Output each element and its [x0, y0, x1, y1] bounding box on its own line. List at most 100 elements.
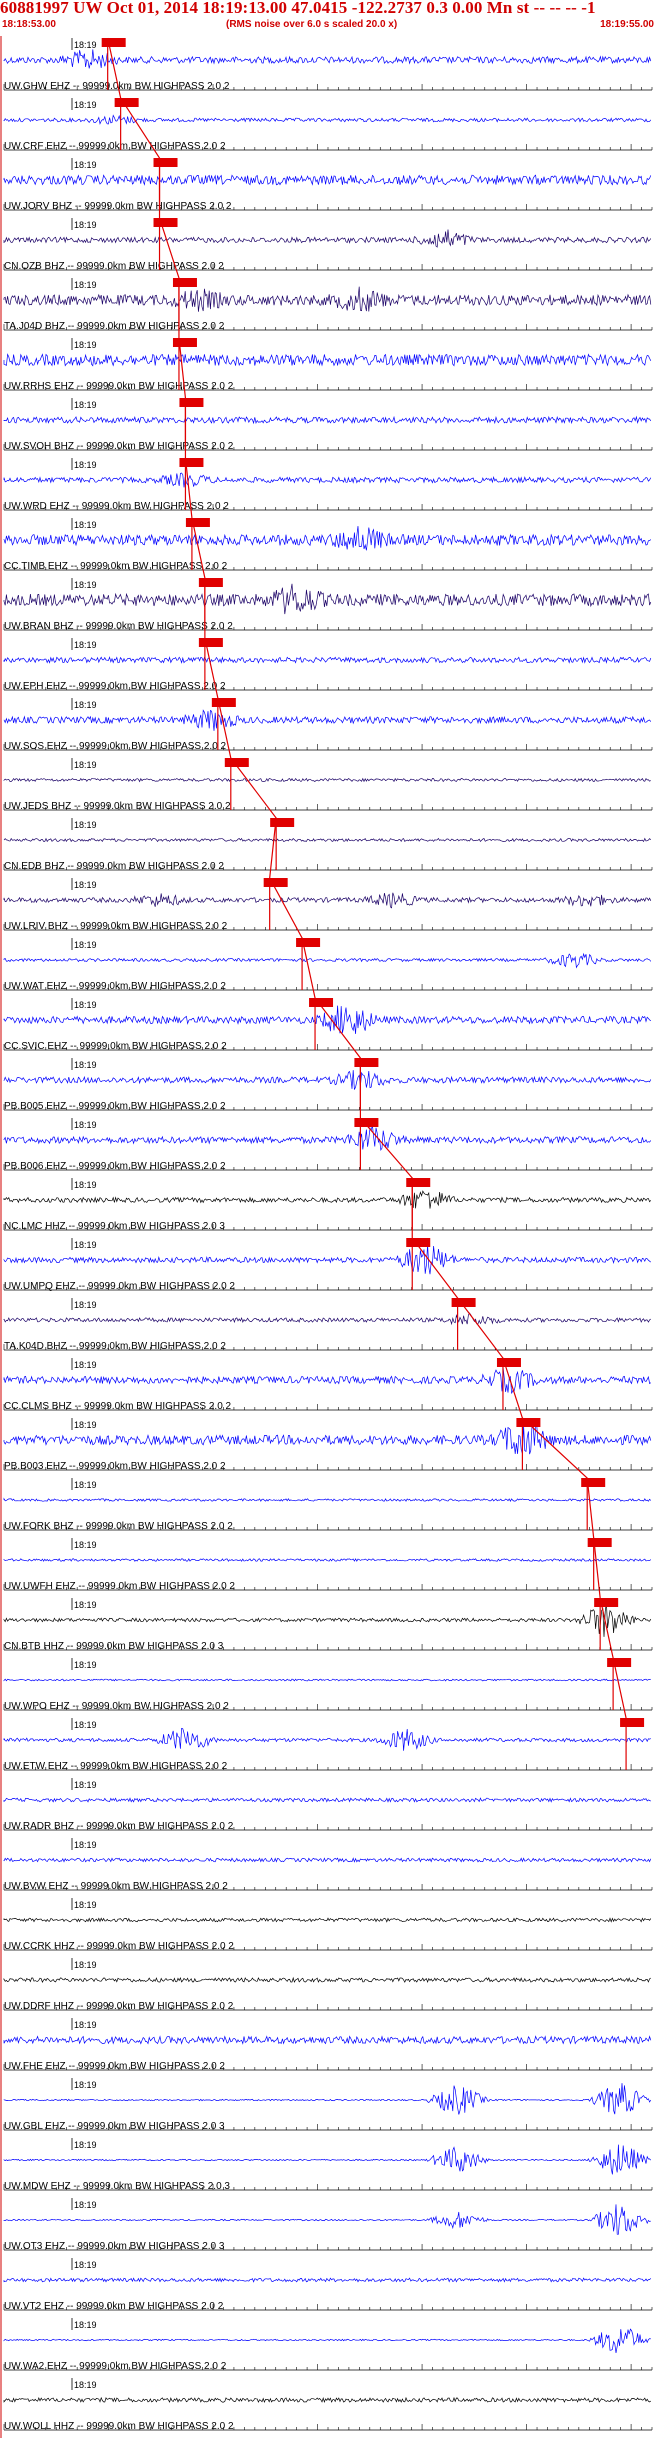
trace-28: 18:19 UW.ETW EHZ -- 99999.0km BW HIGHPASS… — [3, 1718, 653, 1772]
waveform — [3, 286, 652, 312]
station-label: UW.JEDS BHZ -- 99999.0km BW HIGHPASS 2.0… — [4, 801, 231, 812]
station-label: UW.CCRK HHZ -- 99999.0km BW HIGHPASS 2.0… — [4, 1941, 234, 1952]
trace-5: 18:19 UW.RRHS EHZ -- 99999.0km BW HIGHPAS… — [3, 338, 653, 392]
station-label: TA.K04D BHZ -- 99999.0km BW HIGHPASS 2.0… — [4, 1341, 226, 1352]
minute-label: 18:19 — [74, 580, 97, 590]
pick-marker — [607, 1658, 632, 1667]
waveform — [3, 1976, 651, 1984]
minute-label: 18:19 — [74, 400, 97, 410]
station-label: UW.GBL EHZ -- 99999.0km BW HIGHPASS 2.0 … — [4, 2121, 225, 2132]
minute-label: 18:19 — [74, 700, 97, 710]
minute-label: 18:19 — [74, 2260, 97, 2270]
trace-17: 18:19 PB.B005 EHZ -- 99999.0km BW HIGHPAS… — [3, 1058, 653, 1112]
pick-marker — [198, 578, 223, 587]
station-label: PB.B003 EHZ -- 99999.0km BW HIGHPASS 2.0… — [4, 1461, 226, 1472]
waveform — [3, 1602, 652, 1637]
station-label: UW.WOLL HHZ -- 99999.0km BW HIGHPASS 2.0… — [4, 2421, 234, 2432]
waveform — [3, 2144, 652, 2175]
trace-0: 18:19UW.GHW EHZ -- 99999.0km BW HIGHPASS… — [3, 38, 653, 92]
station-label: UW.UMPQ EHZ -- 99999.0km BW HIGHPASS 2.0… — [4, 1281, 235, 1292]
pick-marker — [296, 938, 321, 947]
trace-25: 18:19 UW.UWFH EHZ -- 99999.0km BW HIGHPAS… — [3, 1538, 653, 1592]
waveform — [3, 2328, 651, 2353]
waveform — [3, 837, 652, 843]
minute-label: 18:19 — [74, 2080, 97, 2090]
trace-1: 18:19 UW.CRF EHZ -- 99999.0km BW HIGHPASS… — [3, 98, 653, 152]
minute-label: 18:19 — [74, 1540, 97, 1550]
trace-2: 18:19 UW.JORV BHZ -- 99999.0km BW HIGHPAS… — [3, 158, 653, 212]
station-label: UW.RRHS EHZ -- 99999.0km BW HIGHPASS 2.0… — [4, 381, 234, 392]
station-label: PB.B005 EHZ -- 99999.0km BW HIGHPASS 2.0… — [4, 1101, 226, 1112]
pick-marker — [496, 1358, 521, 1367]
trace-14: 18:19 UW.LRIV BHZ -- 99999.0km BW HIGHPAS… — [3, 878, 653, 932]
pick-marker — [172, 278, 197, 287]
waveform — [3, 1797, 651, 1803]
station-label: UW.CRF EHZ -- 99999.0km BW HIGHPASS 2.0 … — [4, 141, 226, 152]
trace-18: 18:19 PB.B006 EHZ -- 99999.0km BW HIGHPAS… — [3, 1118, 653, 1172]
station-label: CN.BTB HHZ -- 99999.0km BW HIGHPASS 2.0 … — [4, 1641, 224, 1652]
seismogram-svg: 18:19UW.GHW EHZ -- 99999.0km BW HIGHPASS… — [0, 36, 653, 2438]
minute-label: 18:19 — [74, 2200, 97, 2210]
trace-38: 18:19 UW.WA2 EHZ -- 99999.0km BW HIGHPASS… — [3, 2318, 653, 2372]
pick-marker — [211, 698, 236, 707]
pick-marker — [270, 818, 295, 827]
minute-label: 18:19 — [74, 40, 97, 50]
station-label: UW.JORV BHZ -- 99999.0km BW HIGHPASS 2.0… — [4, 201, 232, 212]
waveform — [3, 1917, 652, 1923]
waveform — [3, 709, 652, 731]
minute-label: 18:19 — [74, 1780, 97, 1790]
pick-marker — [114, 98, 139, 107]
station-label: UW.WRD EHZ -- 99999.0km BW HIGHPASS 2.0 … — [4, 501, 229, 512]
station-label: UW.BVW EHZ -- 99999.0km BW HIGHPASS 2.0 … — [4, 1881, 228, 1892]
pick-marker — [620, 1718, 645, 1727]
minute-label: 18:19 — [74, 520, 97, 530]
waveform — [3, 1070, 652, 1090]
minute-label: 18:19 — [74, 1060, 97, 1070]
trace-20: 18:19 UW.UMPQ EHZ -- 99999.0km BW HIGHPAS… — [3, 1238, 653, 1292]
station-label: CC.TIMB EHZ -- 99999.0km BW HIGHPASS 2.0… — [4, 561, 228, 572]
minute-label: 18:19 — [74, 1120, 97, 1130]
trace-23: 18:19 PB.B003 EHZ -- 99999.0km BW HIGHPAS… — [3, 1418, 653, 1472]
station-label: UW.ETW EHZ -- 99999.0km BW HIGHPASS 2.0 … — [4, 1761, 228, 1772]
pick-marker — [581, 1478, 606, 1487]
station-label: UW.OT3 EHZ -- 99999.0km BW HIGHPASS 2.0 … — [4, 2241, 225, 2252]
trace-4: 18:19 TA.J04D BHZ -- 99999.0km BW HIGHPAS… — [3, 278, 653, 332]
trace-9: 18:19 UW.BRAN BHZ -- 99999.0km BW HIGHPAS… — [3, 578, 653, 632]
pick-marker — [172, 338, 197, 347]
pick-marker — [354, 1058, 379, 1067]
station-label: UW.SVOH BHZ -- 99999.0km BW HIGHPASS 2.0… — [4, 441, 234, 452]
minute-label: 18:19 — [74, 1660, 97, 1670]
minute-label: 18:19 — [74, 760, 97, 770]
station-label: UW.WPO EHZ -- 99999.0km BW HIGHPASS 2.0 … — [4, 1701, 229, 1712]
station-label: UW.WAT EHZ -- 99999.0km BW HIGHPASS 2.0 … — [4, 981, 226, 992]
waveform — [3, 892, 652, 909]
trace-16: 18:19 CC.SVIC EHZ -- 99999.0km BW HIGHPAS… — [3, 998, 653, 1052]
waveform — [3, 1497, 652, 1502]
waveform — [3, 1678, 651, 1682]
minute-label: 18:19 — [74, 1720, 97, 1730]
minute-label: 18:19 — [74, 940, 97, 950]
minute-label: 18:19 — [74, 1000, 97, 1010]
trace-15: 18:19 UW.WAT EHZ -- 99999.0km BW HIGHPASS… — [3, 938, 653, 992]
waveform — [3, 1005, 652, 1034]
trace-33: 18:19 UW.FHE EHZ -- 99999.0km BW HIGHPASS… — [3, 2018, 653, 2072]
station-label: PB.B006 EHZ -- 99999.0km BW HIGHPASS 2.0… — [4, 1161, 226, 1172]
station-label: UW.VT2 EHZ -- 99999.0km BW HIGHPASS 2.0 … — [4, 2301, 224, 2312]
trace-27: 18:19 UW.WPO EHZ -- 99999.0km BW HIGHPASS… — [3, 1658, 653, 1712]
minute-label: 18:19 — [74, 100, 97, 110]
seismogram-plot: 18:19 UW.GHW EHZ -- 99999.0km BW HIGHPASS… — [0, 36, 656, 2438]
minute-label: 18:19 — [74, 160, 97, 170]
plot-header: 60881997 UW Oct 01, 2014 18:19:13.00 47.… — [0, 0, 656, 36]
station-label: CC.CLMS BHZ -- 99999.0km BW HIGHPASS 2.0… — [4, 1401, 232, 1412]
station-label: UW.EPH EHZ -- 99999.0km BW HIGHPASS 2.0 … — [4, 681, 226, 692]
trace-10: 18:19 UW.EPH EHZ -- 99999.0km BW HIGHPASS… — [3, 638, 653, 692]
minute-label: 18:19 — [74, 820, 97, 830]
waveform — [3, 229, 652, 248]
waveform — [3, 353, 652, 367]
minute-label: 18:19 — [74, 640, 97, 650]
waveform — [3, 1190, 652, 1209]
pick-marker — [587, 1538, 612, 1547]
waveform — [3, 2204, 651, 2235]
waveform — [3, 2396, 652, 2404]
waveform — [3, 952, 652, 969]
